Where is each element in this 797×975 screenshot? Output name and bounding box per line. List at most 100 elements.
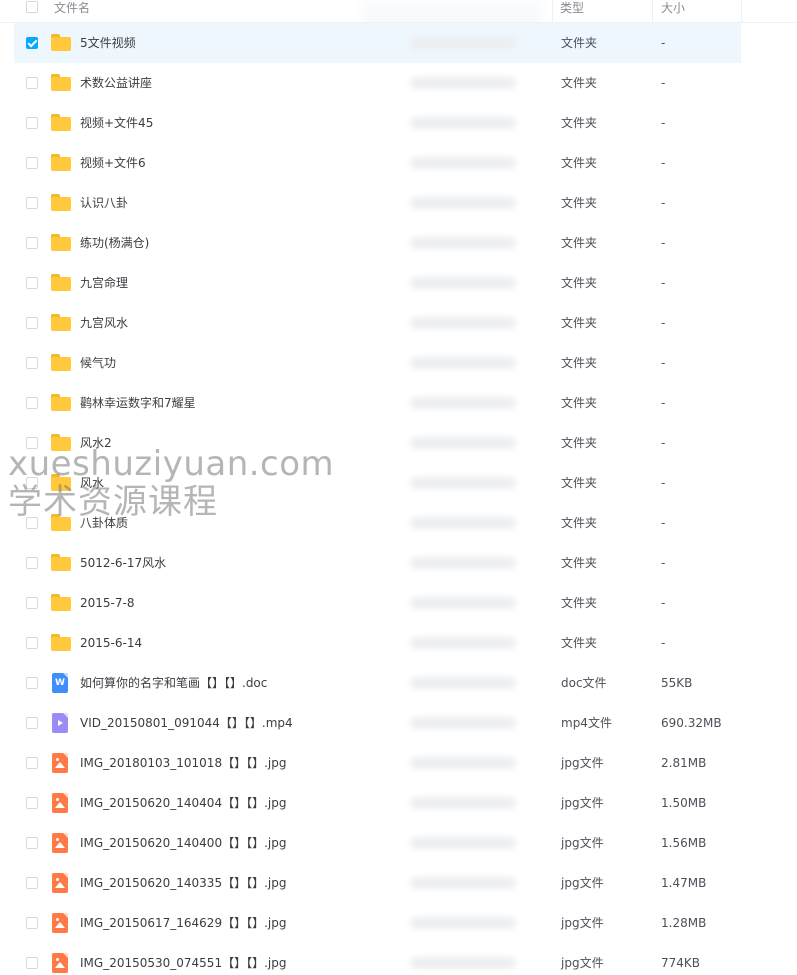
folder-icon[interactable] — [51, 114, 71, 131]
file-row[interactable]: 练功(杨满仓) 文件夹 - — [0, 223, 797, 263]
column-divider[interactable] — [741, 0, 742, 22]
file-name[interactable]: 候气功 — [80, 343, 116, 383]
row-checkbox[interactable] — [26, 717, 38, 729]
row-checkbox[interactable] — [26, 917, 38, 929]
row-checkbox[interactable] — [26, 277, 38, 289]
file-row[interactable]: 鹳林幸运数字和7耀星 文件夹 - — [0, 383, 797, 423]
folder-icon[interactable] — [51, 34, 71, 51]
file-row[interactable]: 2015-6-14 文件夹 - — [0, 623, 797, 663]
row-checkbox[interactable] — [26, 797, 38, 809]
row-checkbox[interactable] — [26, 197, 38, 209]
folder-icon[interactable] — [51, 594, 71, 611]
file-name[interactable]: VID_20150801_091044【】【】.mp4 — [80, 703, 293, 743]
row-checkbox[interactable] — [26, 517, 38, 529]
video-file-icon[interactable] — [52, 713, 68, 733]
image-file-icon[interactable] — [52, 753, 68, 773]
file-row[interactable]: VID_20150801_091044【】【】.mp4 mp4文件 690.32MB — [0, 703, 797, 743]
file-row[interactable]: 风水 文件夹 - — [0, 463, 797, 503]
file-row[interactable]: W 如何算你的名字和笔画【】【】.doc doc文件 55KB — [0, 663, 797, 703]
folder-icon[interactable] — [51, 74, 71, 91]
row-checkbox[interactable] — [26, 477, 38, 489]
column-header-size[interactable]: 大小 — [661, 0, 685, 22]
select-all-checkbox[interactable] — [26, 1, 38, 13]
file-row[interactable]: 视频+文件6 文件夹 - — [0, 143, 797, 183]
row-checkbox[interactable] — [26, 37, 38, 49]
file-row[interactable]: 八卦体质 文件夹 - — [0, 503, 797, 543]
column-header-type[interactable]: 类型 — [560, 0, 584, 22]
row-checkbox[interactable] — [26, 437, 38, 449]
row-checkbox[interactable] — [26, 357, 38, 369]
file-row[interactable]: IMG_20150620_140335【】【】.jpg jpg文件 1.47MB — [0, 863, 797, 903]
image-file-icon[interactable] — [52, 873, 68, 893]
folder-icon[interactable] — [51, 394, 71, 411]
file-name[interactable]: IMG_20150620_140400【】【】.jpg — [80, 823, 286, 863]
folder-icon[interactable] — [51, 514, 71, 531]
row-checkbox[interactable] — [26, 117, 38, 129]
file-row[interactable]: 认识八卦 文件夹 - — [0, 183, 797, 223]
file-row[interactable]: 九宫风水 文件夹 - — [0, 303, 797, 343]
file-name[interactable]: IMG_20150620_140335【】【】.jpg — [80, 863, 286, 903]
row-checkbox[interactable] — [26, 237, 38, 249]
file-name[interactable]: IMG_20150617_164629【】【】.jpg — [80, 903, 286, 943]
file-name[interactable]: 视频+文件45 — [80, 103, 153, 143]
folder-icon[interactable] — [51, 154, 71, 171]
file-name[interactable]: 视频+文件6 — [80, 143, 146, 183]
row-checkbox[interactable] — [26, 837, 38, 849]
folder-icon[interactable] — [51, 474, 71, 491]
row-checkbox[interactable] — [26, 637, 38, 649]
file-name[interactable]: 5文件视频 — [80, 23, 136, 63]
row-checkbox[interactable] — [26, 677, 38, 689]
folder-icon[interactable] — [51, 274, 71, 291]
file-row[interactable]: IMG_20150530_074551【】【】.jpg jpg文件 774KB — [0, 943, 797, 975]
row-checkbox[interactable] — [26, 957, 38, 969]
file-name[interactable]: 5012-6-17风水 — [80, 543, 166, 583]
folder-icon[interactable] — [51, 354, 71, 371]
row-checkbox[interactable] — [26, 157, 38, 169]
image-file-icon[interactable] — [52, 833, 68, 853]
file-row[interactable]: 2015-7-8 文件夹 - — [0, 583, 797, 623]
row-checkbox[interactable] — [26, 757, 38, 769]
file-name[interactable]: IMG_20180103_101018【】【】.jpg — [80, 743, 286, 783]
file-name[interactable]: IMG_20150530_074551【】【】.jpg — [80, 943, 286, 975]
file-row[interactable]: 5文件视频 文件夹 - — [0, 23, 797, 63]
file-row[interactable]: 视频+文件45 文件夹 - — [0, 103, 797, 143]
word-doc-icon[interactable]: W — [52, 673, 68, 693]
file-row[interactable]: IMG_20150620_140404【】【】.jpg jpg文件 1.50MB — [0, 783, 797, 823]
row-checkbox[interactable] — [26, 317, 38, 329]
image-file-icon[interactable] — [52, 953, 68, 973]
folder-icon[interactable] — [51, 634, 71, 651]
file-name[interactable]: 九宫风水 — [80, 303, 128, 343]
file-row[interactable]: 风水2 文件夹 - — [0, 423, 797, 463]
file-name[interactable]: 八卦体质 — [80, 503, 128, 543]
file-row[interactable]: IMG_20180103_101018【】【】.jpg jpg文件 2.81MB — [0, 743, 797, 783]
file-row[interactable]: 5012-6-17风水 文件夹 - — [0, 543, 797, 583]
file-row[interactable]: IMG_20150617_164629【】【】.jpg jpg文件 1.28MB — [0, 903, 797, 943]
file-name[interactable]: 风水 — [80, 463, 104, 503]
column-divider[interactable] — [552, 0, 553, 22]
row-checkbox[interactable] — [26, 397, 38, 409]
folder-icon[interactable] — [51, 554, 71, 571]
file-name[interactable]: 风水2 — [80, 423, 112, 463]
column-divider[interactable] — [652, 0, 653, 22]
row-checkbox[interactable] — [26, 77, 38, 89]
folder-icon[interactable] — [51, 434, 71, 451]
folder-icon[interactable] — [51, 314, 71, 331]
file-name[interactable]: 2015-6-14 — [80, 623, 142, 663]
folder-icon[interactable] — [51, 234, 71, 251]
file-row[interactable]: 九宫命理 文件夹 - — [0, 263, 797, 303]
row-checkbox[interactable] — [26, 597, 38, 609]
image-file-icon[interactable] — [52, 913, 68, 933]
file-name[interactable]: 如何算你的名字和笔画【】【】.doc — [80, 663, 267, 703]
file-name[interactable]: 练功(杨满仓) — [80, 223, 149, 263]
row-checkbox[interactable] — [26, 557, 38, 569]
file-name[interactable]: 认识八卦 — [80, 183, 128, 223]
file-name[interactable]: 九宫命理 — [80, 263, 128, 303]
file-name[interactable]: 2015-7-8 — [80, 583, 134, 623]
file-name[interactable]: 术数公益讲座 — [80, 63, 152, 103]
file-name[interactable]: 鹳林幸运数字和7耀星 — [80, 383, 196, 423]
folder-icon[interactable] — [51, 194, 71, 211]
file-row[interactable]: 候气功 文件夹 - — [0, 343, 797, 383]
row-checkbox[interactable] — [26, 877, 38, 889]
file-row[interactable]: 术数公益讲座 文件夹 - — [0, 63, 797, 103]
image-file-icon[interactable] — [52, 793, 68, 813]
